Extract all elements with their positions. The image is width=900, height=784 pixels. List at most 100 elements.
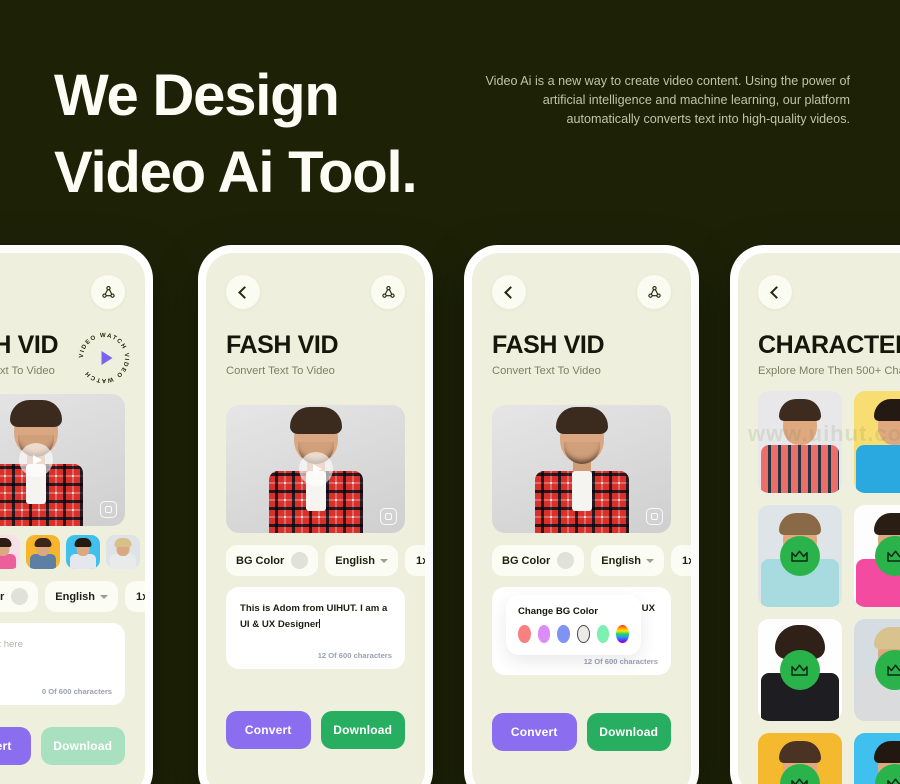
character-strip[interactable]: 50+: [0, 526, 145, 569]
back-button[interactable]: [492, 275, 526, 309]
language-control[interactable]: English: [591, 545, 665, 576]
play-button[interactable]: [18, 443, 53, 477]
character-card[interactable]: [853, 733, 900, 784]
text-cursor: [318, 618, 320, 628]
screen-title: FASH VID: [226, 331, 339, 359]
share-button[interactable]: [371, 275, 405, 309]
color-swatch-violet[interactable]: [537, 625, 551, 643]
color-swatch-salmon[interactable]: [518, 625, 531, 643]
character-thumb[interactable]: [66, 535, 100, 569]
language-label: English: [55, 590, 96, 603]
play-button[interactable]: [298, 452, 333, 486]
screen-1-actions: Convert Download: [0, 705, 145, 765]
play-icon: [32, 455, 42, 465]
character-grid: [738, 377, 900, 784]
crown-icon: [791, 778, 808, 784]
character-thumb[interactable]: [106, 535, 140, 569]
text-input-area[interactable]: Enter text here 0 Of 600 characters: [0, 623, 125, 705]
character-card[interactable]: [853, 505, 900, 607]
expand-icon[interactable]: [380, 508, 397, 525]
character-card[interactable]: [758, 391, 842, 493]
character-card[interactable]: [853, 391, 900, 493]
character-card[interactable]: [853, 619, 900, 721]
language-control[interactable]: English: [325, 545, 399, 576]
text-input-text: This is Adom from UIHUT. I am a UI & UX …: [240, 603, 388, 630]
color-swatch-rainbow[interactable]: [616, 625, 629, 643]
bg-color-control[interactable]: BG Color: [226, 545, 319, 576]
share-nodes-icon: [101, 285, 115, 298]
share-nodes-icon: [647, 285, 661, 298]
speed-control[interactable]: 1x: [125, 581, 145, 612]
bg-color-swatch-row: [518, 625, 629, 643]
share-button[interactable]: [637, 275, 671, 309]
color-swatch-mint[interactable]: [596, 625, 610, 643]
character-counter: 0 Of 600 characters: [41, 687, 112, 696]
convert-button[interactable]: Convert: [226, 711, 311, 749]
chevron-left-icon: [504, 285, 517, 299]
screen-subtitle: Convert Text To Video: [226, 365, 335, 377]
speed-control[interactable]: 1x: [671, 545, 691, 576]
bg-color-label: BG Color: [502, 554, 551, 567]
video-preview[interactable]: [226, 405, 405, 533]
convert-button[interactable]: Convert: [492, 713, 577, 751]
screen-title: CHARACTERS: [758, 331, 900, 359]
speed-control[interactable]: 1x: [405, 545, 425, 576]
text-input-value: This is Adom from UIHUT. I am a UI & UX …: [240, 601, 391, 632]
screen-subtitle: Convert Text To Video: [492, 365, 601, 377]
phone-mockup-2: FASH VID Convert Text To Video BG Color: [198, 245, 433, 784]
share-nodes-icon: [381, 285, 395, 298]
color-swatch-white-selected[interactable]: [576, 625, 590, 643]
language-label: English: [601, 554, 642, 567]
bg-color-popup-title: Change BG Color: [518, 606, 598, 617]
text-input-placeholder: Enter text here: [0, 639, 23, 650]
convert-button[interactable]: Convert: [0, 727, 31, 765]
bg-color-control[interactable]: BG Color: [492, 545, 585, 576]
watch-video-badge[interactable]: VIDEO WATCH VIDEO WATCH: [77, 331, 131, 385]
download-button[interactable]: Download: [320, 711, 405, 749]
bg-color-control[interactable]: BG Color: [0, 581, 39, 612]
color-swatch-periwinkle[interactable]: [557, 625, 570, 643]
hero-paragraph: Video Ai is a new way to create video co…: [485, 74, 851, 127]
phone-mockup-1: FASH VID Convert Text To Video VIDEO WAT…: [0, 245, 153, 784]
bg-color-swatch-icon: [291, 552, 309, 569]
screen-4-topbar: [738, 253, 900, 309]
character-thumb[interactable]: [0, 535, 20, 569]
premium-badge[interactable]: [779, 650, 820, 690]
character-card[interactable]: [758, 505, 842, 607]
screen-2-actions: Convert Download: [206, 669, 425, 749]
phone-mockup-3: FASH VID Convert Text To Video BG Color …: [464, 245, 699, 784]
bg-color-swatch-icon: [557, 552, 575, 569]
download-button[interactable]: Download: [40, 727, 125, 765]
screen-1: FASH VID Convert Text To Video VIDEO WAT…: [0, 253, 145, 784]
text-input-area[interactable]: This is Adom from UIHUT. I am a UI & UX …: [226, 587, 405, 669]
speed-label: 1x: [136, 590, 145, 603]
language-control[interactable]: English: [45, 581, 119, 612]
bg-color-label: BG Color: [0, 590, 5, 603]
speed-label: 1x: [682, 554, 691, 567]
back-button[interactable]: [226, 275, 260, 309]
video-person-image: [534, 407, 629, 533]
crown-icon: [887, 664, 900, 676]
screen-3-topbar: [472, 253, 691, 309]
character-card[interactable]: [758, 619, 842, 721]
character-card[interactable]: [758, 733, 842, 784]
expand-icon[interactable]: [100, 501, 117, 518]
video-preview[interactable]: [492, 405, 671, 533]
share-button[interactable]: [91, 275, 125, 309]
page-title: We Design Video Ai Tool.: [54, 63, 418, 205]
screen-2-topbar: [206, 253, 425, 309]
play-icon: [312, 464, 322, 474]
text-input-area[interactable]: UX 12 Of 600 characters Change BG Color: [492, 587, 671, 675]
phone-mockup-4: CHARACTERS Explore More Then 500+ Charac…: [730, 245, 900, 784]
bg-color-popup[interactable]: Change BG Color: [506, 595, 641, 655]
download-button[interactable]: Download: [586, 713, 671, 751]
crown-icon: [887, 778, 900, 784]
screen-1-controls: BG Color English 1x: [0, 569, 145, 612]
character-thumb[interactable]: [26, 535, 60, 569]
screen-4: CHARACTERS Explore More Then 500+ Charac…: [738, 253, 900, 784]
expand-icon[interactable]: [646, 508, 663, 525]
screen-3-controls: BG Color English 1x: [472, 533, 691, 576]
video-preview[interactable]: [0, 394, 125, 526]
back-button[interactable]: [758, 275, 792, 309]
premium-badge[interactable]: [779, 536, 820, 576]
